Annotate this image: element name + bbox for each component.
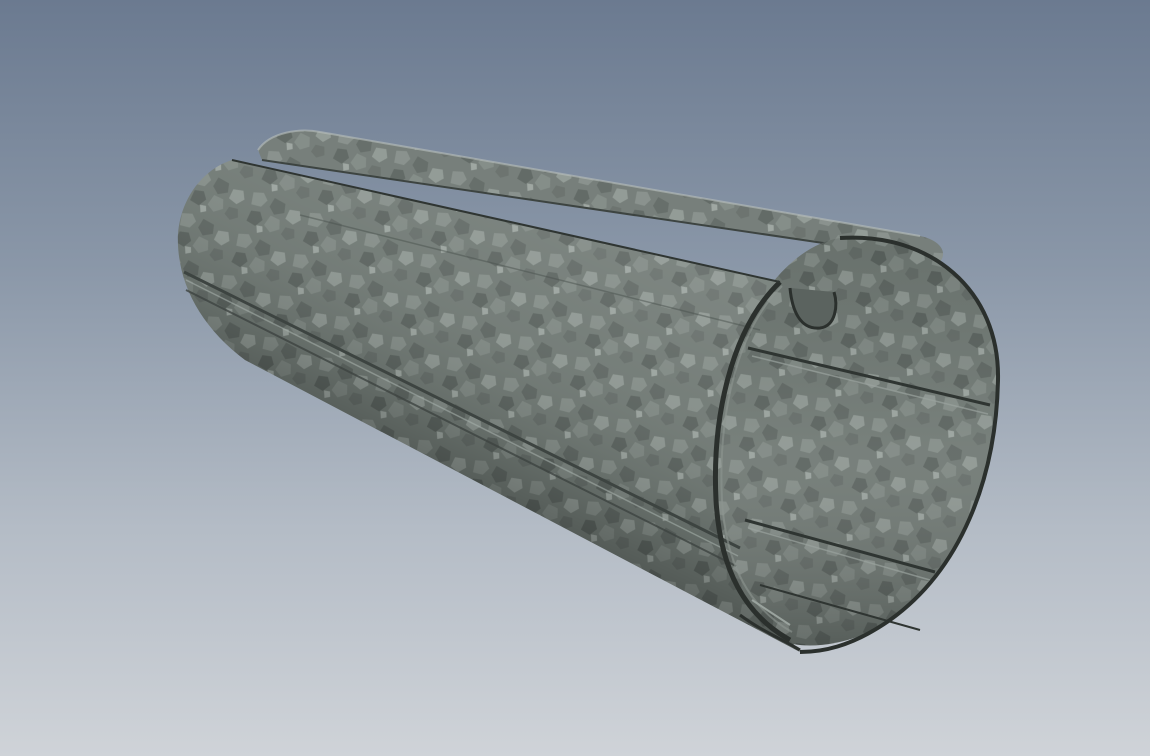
tube-model[interactable]	[0, 0, 1150, 756]
tube-outer-shell	[177, 160, 801, 652]
3d-viewport[interactable]	[0, 0, 1150, 756]
